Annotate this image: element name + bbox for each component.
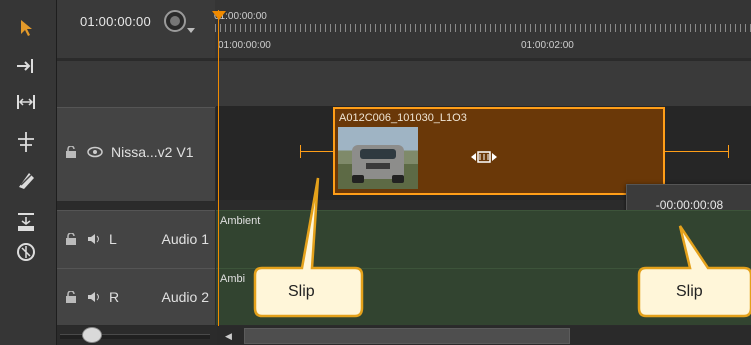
audio1-track-header[interactable]: L Audio 1 — [57, 210, 215, 269]
video-clip[interactable]: A012C006_101030_L1O3 — [333, 107, 665, 195]
timecode-display[interactable]: 01:00:00:00 — [80, 14, 151, 29]
chevron-down-icon[interactable] — [187, 28, 195, 33]
callout-label-left: Slip — [288, 283, 315, 300]
car-windshield — [360, 149, 396, 159]
slip-range-right-cap — [728, 145, 729, 158]
insert-tool[interactable] — [10, 210, 42, 234]
audio1-track-name: Audio 1 — [161, 231, 209, 247]
slip-icon — [19, 173, 34, 189]
tool-palette — [0, 0, 57, 345]
stretch-tool[interactable] — [10, 90, 42, 114]
video-track-header[interactable]: Nissa...v2 V1 — [57, 107, 215, 202]
speaker-icon[interactable] — [87, 233, 101, 245]
insert-icon — [18, 213, 34, 231]
zoom-tool[interactable] — [10, 240, 42, 264]
audio1-track: Ambient — [216, 210, 751, 268]
audio2-clip-name: Ambi — [220, 273, 246, 285]
razor-icon — [18, 132, 34, 152]
jog-dial-icon[interactable] — [164, 10, 186, 32]
car-wheel-right — [392, 175, 404, 183]
zoom-icon — [17, 243, 35, 261]
lock-icon[interactable] — [65, 146, 79, 158]
scroll-left-icon[interactable]: ◀ — [225, 331, 232, 342]
zoom-slider-knob[interactable] — [82, 327, 102, 343]
slip-tool[interactable] — [10, 168, 42, 192]
audio1-clip-name: Ambient — [220, 215, 261, 227]
slip-range-right — [665, 151, 729, 152]
scrollbar-thumb[interactable] — [244, 328, 570, 344]
audio2-track-header[interactable]: R Audio 2 — [57, 268, 215, 326]
pointer-tool[interactable] — [10, 16, 42, 40]
audio2-track-name: Audio 2 — [161, 289, 209, 305]
lock-icon[interactable] — [65, 233, 79, 245]
ruler-label-mid: 01:00:02:00 — [521, 40, 574, 51]
car-wheel-left — [352, 175, 364, 183]
audio1-channel[interactable]: L — [109, 231, 117, 247]
pointer-icon — [21, 20, 32, 36]
video-track-name: Nissa...v2 V1 — [111, 144, 194, 160]
lock-icon[interactable] — [65, 291, 79, 303]
car-grille — [366, 163, 390, 169]
slip-range-left-cap — [300, 145, 301, 158]
clip-thumbnail — [338, 127, 418, 189]
slip-range-left — [300, 151, 333, 152]
ruler-ticks — [215, 24, 751, 32]
stretch-icon — [17, 95, 35, 109]
playhead-marker-icon[interactable] — [212, 11, 226, 21]
callout-label-right: Slip — [676, 283, 703, 300]
audio2-channel[interactable]: R — [109, 289, 119, 305]
slip-cursor-icon — [471, 151, 497, 163]
playhead-line[interactable] — [218, 10, 219, 345]
speaker-icon[interactable] — [87, 291, 101, 303]
clip-name: A012C006_101030_L1O3 — [339, 112, 467, 124]
empty-track — [57, 60, 751, 107]
ruler-label-start: 01:00:00:00 — [218, 40, 271, 51]
ripple-tool[interactable] — [10, 54, 42, 78]
razor-tool[interactable] — [10, 130, 42, 154]
ripple-icon — [17, 59, 33, 73]
eye-icon[interactable] — [87, 146, 103, 158]
